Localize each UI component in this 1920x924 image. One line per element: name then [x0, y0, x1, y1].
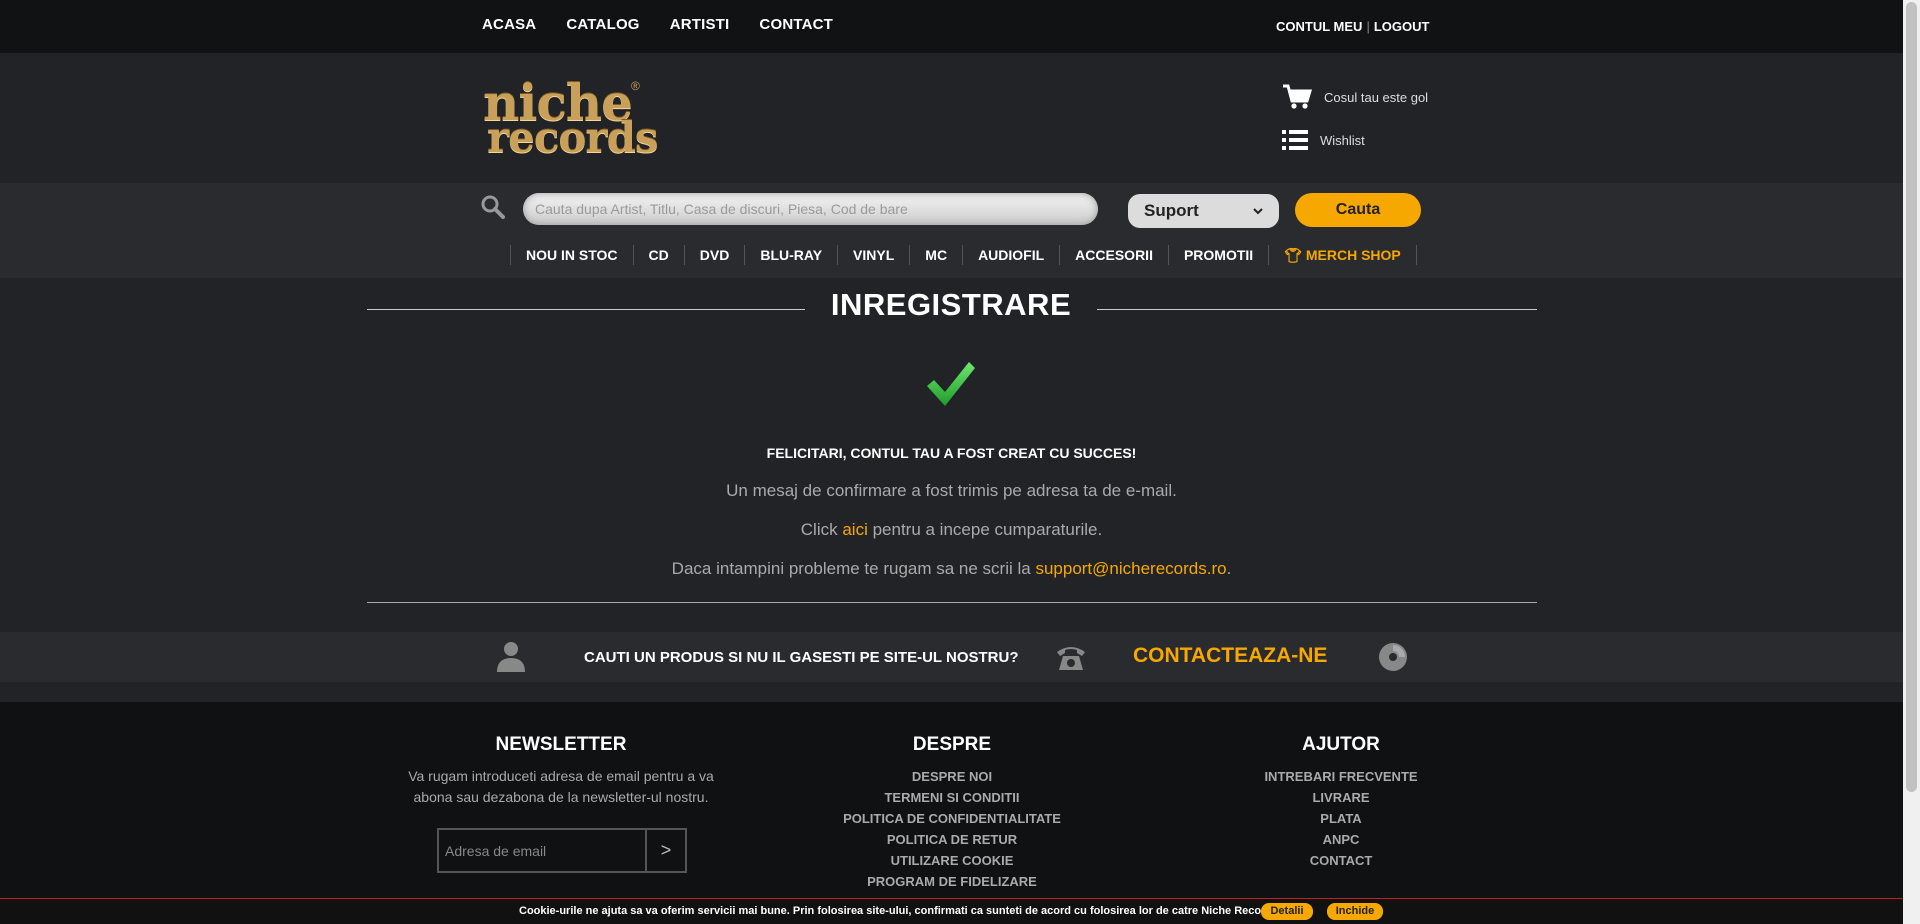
- newsletter-section: NEWSLETTER Va rugam introduceti adresa d…: [396, 734, 726, 808]
- category-nav: NOU IN STOC CD DVD BLU-RAY VINYL MC AUDI…: [0, 233, 1903, 278]
- category-blu-ray[interactable]: BLU-RAY: [744, 245, 837, 265]
- nav-catalog[interactable]: CATALOG: [566, 16, 639, 33]
- footer-link-cookie[interactable]: UTILIZARE COOKIE: [802, 850, 1102, 871]
- category-list: NOU IN STOC CD DVD BLU-RAY VINYL MC AUDI…: [510, 245, 1417, 265]
- shop-prompt-pre: Click: [800, 520, 843, 539]
- cookie-details-button[interactable]: Detalii: [1261, 903, 1313, 920]
- tshirt-icon: 👕︎: [1284, 247, 1302, 263]
- footer-link-fidelizare[interactable]: PROGRAM DE FIDELIZARE: [802, 871, 1102, 892]
- footer: NEWSLETTER Va rugam introduceti adresa d…: [0, 702, 1903, 924]
- newsletter-submit-button[interactable]: >: [645, 830, 685, 871]
- footer-link-intrebari[interactable]: INTREBARI FRECVENTE: [1191, 766, 1491, 787]
- category-promotii[interactable]: PROMOTII: [1167, 245, 1268, 265]
- logo-registered-mark: ®: [631, 79, 640, 93]
- page-title: INREGISTRARE: [830, 287, 1072, 322]
- wishlist-label: Wishlist: [1320, 132, 1365, 148]
- newsletter-text: Va rugam introduceti adresa de email pen…: [408, 768, 714, 805]
- support-prompt: Daca intampini probleme te rugam sa ne s…: [0, 559, 1903, 579]
- search-icon: [481, 195, 505, 219]
- category-dvd[interactable]: DVD: [683, 245, 745, 265]
- category-audiofil[interactable]: AUDIOFIL: [962, 245, 1059, 265]
- search-bar: Suport Cauta: [0, 183, 1903, 233]
- merch-shop-label: MERCH SHOP: [1305, 247, 1401, 263]
- newsletter-title: NEWSLETTER: [495, 734, 627, 755]
- niche-records-logo[interactable]: niche records ®: [481, 73, 659, 163]
- checkmark-icon: [927, 362, 975, 406]
- logo-line2: records: [487, 113, 659, 162]
- nav-artisti[interactable]: ARTISTI: [670, 16, 730, 33]
- my-account-link[interactable]: CONTUL MEU: [1276, 19, 1362, 34]
- cart-label: Cosul tau este gol: [1324, 89, 1429, 105]
- footer-link-confidentialitate[interactable]: POLITICA DE CONFIDENTIALITATE: [802, 808, 1102, 829]
- support-prompt-pre: Daca intampini probleme te rugam sa ne s…: [671, 559, 1036, 578]
- category-vinyl[interactable]: VINYL: [837, 245, 909, 265]
- footer-link-anpc[interactable]: ANPC: [1191, 829, 1491, 850]
- shop-prompt-post: pentru a incepe cumparaturile.: [867, 520, 1103, 539]
- confirmation-text: Un mesaj de confirmare a fost trimis pe …: [726, 481, 1177, 500]
- contact-question: CAUTI UN PRODUS SI NU IL GASESTI PE SITE…: [584, 649, 1019, 666]
- person-icon: [497, 642, 525, 672]
- nav-acasa[interactable]: ACASA: [482, 16, 536, 33]
- wishlist-link[interactable]: Wishlist: [1282, 129, 1365, 151]
- contact-us-link[interactable]: CONTACTEAZA-NE: [1133, 644, 1327, 668]
- cookie-text: Cookie-urile ne ajuta sa va oferim servi…: [519, 905, 1282, 917]
- header: niche records ® Cosul tau este gol Wishl…: [0, 53, 1903, 183]
- title-divider-left: [367, 309, 805, 310]
- support-prompt-post: .: [1226, 559, 1232, 578]
- category-mc[interactable]: MC: [909, 245, 962, 265]
- footer-link-retur[interactable]: POLITICA DE RETUR: [802, 829, 1102, 850]
- support-select[interactable]: Suport: [1128, 194, 1279, 228]
- vertical-scrollbar[interactable]: [1903, 0, 1920, 924]
- newsletter-email-input[interactable]: [439, 830, 645, 871]
- footer-link-contact[interactable]: CONTACT: [1191, 850, 1491, 871]
- title-divider-right: [1097, 309, 1537, 310]
- despre-title: DESPRE: [912, 734, 992, 755]
- category-cd[interactable]: CD: [632, 245, 684, 265]
- category-merch-shop[interactable]: 👕︎ MERCH SHOP: [1268, 245, 1417, 265]
- shop-prompt: Click aici pentru a incepe cumparaturile…: [0, 520, 1903, 540]
- list-icon: [1282, 130, 1308, 150]
- nav-contact[interactable]: CONTACT: [759, 16, 833, 33]
- ajutor-section: AJUTOR INTREBARI FRECVENTE LIVRARE PLATA…: [1191, 734, 1491, 871]
- footer-link-termeni[interactable]: TERMENI SI CONDITII: [802, 787, 1102, 808]
- cookie-banner: Cookie-urile ne ajuta sa va oferim servi…: [0, 898, 1903, 924]
- footer-link-plata[interactable]: PLATA: [1191, 808, 1491, 829]
- content-divider: [367, 602, 1537, 603]
- disc-icon: [1379, 643, 1407, 671]
- footer-link-livrare[interactable]: LIVRARE: [1191, 787, 1491, 808]
- top-bar: ACASA CATALOG ARTISTI CONTACT CONTUL MEU…: [0, 0, 1903, 53]
- contact-bar: CAUTI UN PRODUS SI NU IL GASESTI PE SITE…: [0, 632, 1903, 682]
- account-separator: |: [1366, 19, 1370, 34]
- success-message: FELICITARI, CONTUL TAU A FOST CREAT CU S…: [766, 445, 1137, 461]
- chevron-right-icon: >: [660, 840, 672, 860]
- phone-icon: [1057, 647, 1085, 670]
- chevron-down-icon: [1253, 208, 1263, 215]
- support-select-value: Suport: [1144, 201, 1199, 220]
- top-nav: ACASA CATALOG ARTISTI CONTACT: [482, 16, 833, 33]
- footer-link-despre-noi[interactable]: DESPRE NOI: [802, 766, 1102, 787]
- cart-link[interactable]: Cosul tau este gol: [1282, 84, 1428, 110]
- search-button[interactable]: Cauta: [1295, 193, 1421, 227]
- shop-here-link[interactable]: aici: [842, 520, 868, 539]
- category-nou-in-stoc[interactable]: NOU IN STOC: [510, 245, 633, 265]
- newsletter-form: >: [437, 828, 687, 873]
- logout-link[interactable]: LOGOUT: [1374, 19, 1430, 34]
- page: ACASA CATALOG ARTISTI CONTACT CONTUL MEU…: [0, 0, 1903, 924]
- despre-section: DESPRE DESPRE NOI TERMENI SI CONDITII PO…: [802, 734, 1102, 892]
- search-input[interactable]: [523, 193, 1098, 225]
- support-email-link[interactable]: support@nicherecords.ro: [1035, 559, 1226, 578]
- cart-icon: [1283, 84, 1312, 109]
- scrollbar-thumb[interactable]: [1906, 2, 1917, 792]
- account-links: CONTUL MEU | LOGOUT: [1276, 19, 1429, 34]
- cookie-close-button[interactable]: Inchide: [1327, 903, 1383, 920]
- category-accesorii[interactable]: ACCESORII: [1059, 245, 1168, 265]
- ajutor-title: AJUTOR: [1302, 734, 1380, 755]
